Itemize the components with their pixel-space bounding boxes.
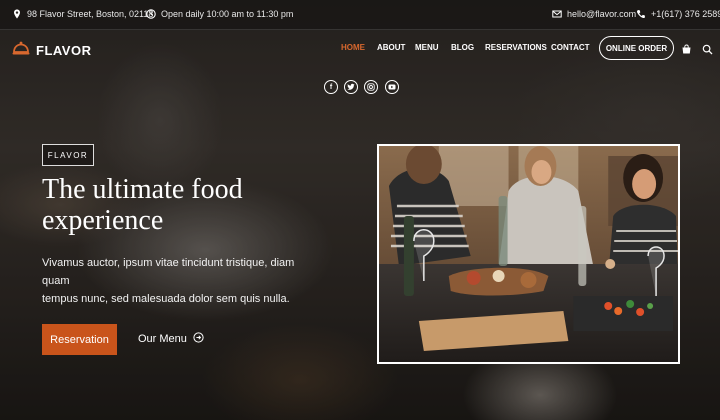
our-menu-button[interactable]: Our Menu [138, 332, 204, 346]
nav-item-reservations[interactable]: RESERVATIONS [485, 43, 547, 52]
instagram-icon[interactable] [364, 80, 378, 94]
clock-icon [146, 9, 156, 19]
twitter-icon[interactable] [344, 80, 358, 94]
hero-description: Vivamus auctor, ipsum vitae tincidunt tr… [42, 254, 322, 308]
address-info: 98 Flavor Street, Boston, 02118 [12, 9, 153, 19]
hours-info: Open daily 10:00 am to 11:30 pm [146, 9, 293, 19]
main-navigation: FLAVOR HOME ABOUT MENU BLOG RESERVATIONS… [0, 30, 720, 66]
our-menu-label: Our Menu [138, 333, 187, 345]
nav-item-home[interactable]: HOME [341, 43, 365, 52]
reservation-button[interactable]: Reservation [42, 324, 117, 355]
email-info[interactable]: hello@flavor.com [552, 9, 636, 19]
brand-logo[interactable]: FLAVOR [12, 40, 91, 61]
facebook-icon[interactable]: f [324, 80, 338, 94]
online-order-button[interactable]: ONLINE ORDER [599, 36, 674, 60]
top-info-bar: 98 Flavor Street, Boston, 02118 Open dai… [0, 0, 720, 30]
nav-item-about[interactable]: ABOUT [377, 43, 405, 52]
phone-icon [636, 9, 646, 19]
nav-item-menu[interactable]: MENU [415, 43, 439, 52]
cloche-icon [12, 40, 30, 61]
hero-title: The ultimate food experience [42, 174, 302, 236]
friends-dining-photo [377, 144, 680, 364]
hero-description-line-1: Vivamus auctor, ipsum vitae tincidunt tr… [42, 257, 295, 287]
hero-title-line-2: experience [42, 205, 164, 236]
nav-item-blog[interactable]: BLOG [451, 43, 474, 52]
phone-link[interactable]: +1(617) 376 2589 [651, 9, 720, 19]
youtube-icon[interactable] [385, 80, 399, 94]
hero-description-line-2: tempus nunc, sed malesuada dolor sem qui… [42, 293, 290, 305]
cart-icon[interactable] [681, 42, 692, 54]
brand-name: FLAVOR [36, 43, 92, 58]
envelope-icon [552, 9, 562, 19]
phone-info[interactable]: +1(617) 376 2589 [636, 9, 720, 19]
location-pin-icon [12, 9, 22, 19]
hero-title-line-1: The ultimate food [42, 174, 243, 205]
address-text: 98 Flavor Street, Boston, 02118 [27, 9, 154, 19]
hero-badge: FLAVOR [42, 144, 94, 166]
nav-item-contact[interactable]: CONTACT [551, 43, 590, 52]
email-link[interactable]: hello@flavor.com [567, 9, 636, 19]
arrow-circle-icon [193, 332, 204, 346]
hours-text: Open daily 10:00 am to 11:30 pm [161, 9, 294, 19]
search-icon[interactable] [702, 42, 713, 55]
